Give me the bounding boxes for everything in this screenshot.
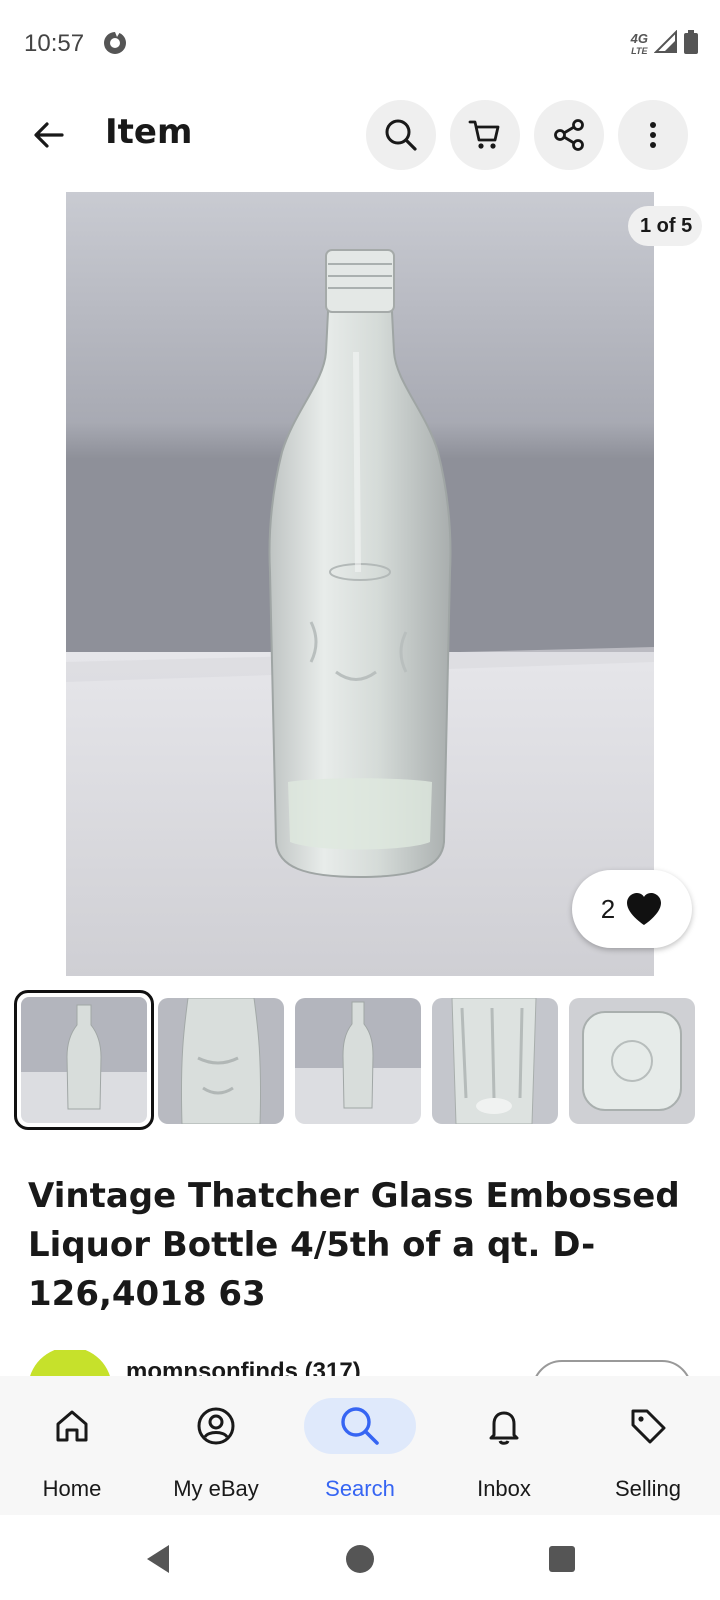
- cart-icon: [468, 120, 500, 149]
- nav-inbox[interactable]: Inbox: [432, 1376, 576, 1515]
- user-circle-icon: [197, 1407, 235, 1445]
- bottom-navigation: Home My eBay Search Inbox Selling: [0, 1376, 720, 1515]
- thumbnail-1[interactable]: [14, 990, 154, 1130]
- nav-search[interactable]: Search: [288, 1376, 432, 1515]
- battery-icon: [684, 30, 698, 59]
- status-bar: 10:57 4G LTE: [0, 0, 720, 90]
- nav-my-ebay-label: My eBay: [173, 1476, 259, 1501]
- network-type: 4G LTE: [630, 30, 648, 56]
- nav-home[interactable]: Home: [0, 1376, 144, 1515]
- nav-selling-label: Selling: [614, 1476, 682, 1501]
- share-button[interactable]: [534, 100, 604, 170]
- status-time: 10:57: [24, 30, 85, 57]
- image-counter: 1 of 5: [628, 206, 703, 246]
- app-header: Item: [0, 100, 720, 170]
- bell-icon: [489, 1411, 519, 1445]
- watch-button[interactable]: 2: [572, 870, 692, 948]
- more-options-button[interactable]: [618, 100, 688, 170]
- search-icon: [341, 1407, 379, 1445]
- system-navigation-bar: [0, 1515, 720, 1600]
- search-button[interactable]: [366, 100, 436, 170]
- item-title: Vintage Thatcher Glass Embossed Liquor B…: [28, 1176, 680, 1314]
- nav-my-ebay[interactable]: My eBay: [144, 1376, 288, 1515]
- page-title: Item: [105, 112, 193, 152]
- system-back-button[interactable]: [138, 1539, 178, 1579]
- thumbnail-3[interactable]: [295, 998, 421, 1124]
- square-recents-icon: [549, 1546, 575, 1572]
- thumbnail-strip: [14, 990, 720, 1130]
- circle-home-icon: [346, 1545, 374, 1573]
- system-recents-button[interactable]: [542, 1539, 582, 1579]
- main-item-image[interactable]: [66, 192, 654, 976]
- signal-icon: [653, 29, 678, 59]
- share-icon: [554, 119, 584, 151]
- status-indicators: 4G LTE: [630, 29, 698, 59]
- tag-icon: [631, 1409, 666, 1444]
- system-home-button[interactable]: [340, 1539, 380, 1579]
- cart-button[interactable]: [450, 100, 520, 170]
- arrow-left-icon: [34, 122, 64, 148]
- thumbnail-2[interactable]: [158, 998, 284, 1124]
- triangle-back-icon: [147, 1545, 169, 1573]
- nav-home-label: Home: [42, 1476, 102, 1501]
- nav-selling[interactable]: Selling: [576, 1376, 720, 1515]
- home-icon: [56, 1410, 88, 1442]
- sync-icon: [102, 30, 128, 56]
- back-button[interactable]: [22, 108, 76, 162]
- watch-count: 2: [600, 893, 616, 924]
- search-icon: [385, 119, 417, 151]
- heart-icon: [627, 893, 662, 925]
- thumbnail-4[interactable]: [432, 998, 558, 1124]
- nav-search-label: Search: [325, 1476, 395, 1501]
- nav-inbox-label: Inbox: [477, 1476, 531, 1501]
- thumbnail-5[interactable]: [569, 998, 695, 1124]
- more-vertical-icon: [650, 122, 656, 148]
